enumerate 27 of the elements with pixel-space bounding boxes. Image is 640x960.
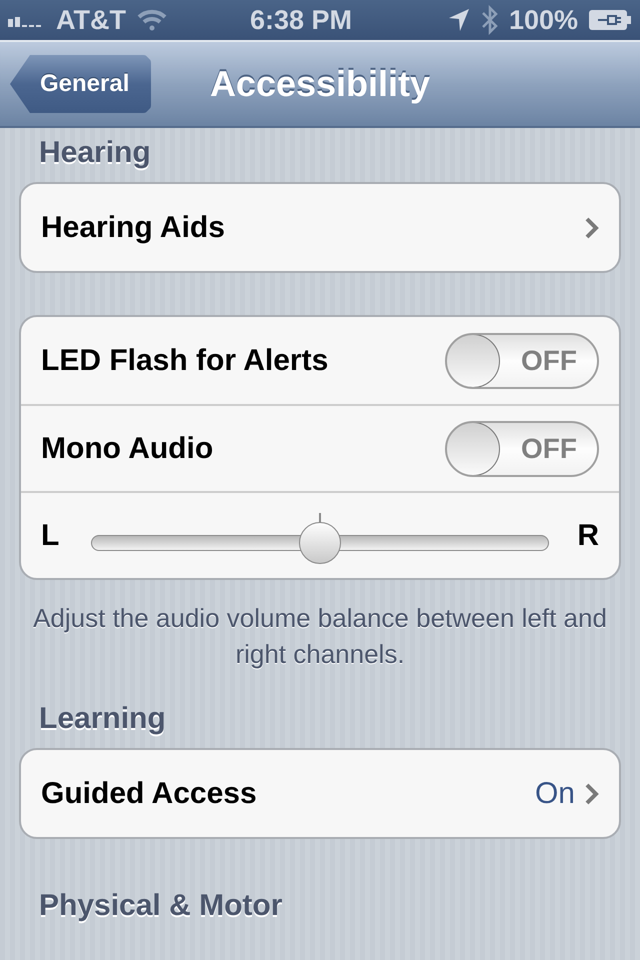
- left-label: L: [41, 518, 60, 552]
- bluetooth-icon: [480, 5, 499, 35]
- row-label: Guided Access: [41, 776, 258, 810]
- back-button[interactable]: General: [10, 55, 152, 113]
- battery-percent: 100%: [508, 4, 578, 36]
- section-footer: Adjust the audio volume balance between left and right channels.: [19, 600, 621, 672]
- nav-title: Accessibility: [210, 63, 430, 104]
- wifi-icon: [136, 8, 168, 32]
- chevron-icon: [585, 216, 599, 238]
- status-time: 6:38 PM: [250, 4, 352, 36]
- row-value: On: [534, 776, 575, 810]
- row-label: Mono Audio: [41, 432, 214, 466]
- toggle-switch[interactable]: OFF: [445, 420, 599, 476]
- right-label: R: [576, 518, 599, 552]
- carrier-name: AT&T: [56, 4, 126, 36]
- table-row[interactable]: Guided Access On: [21, 750, 619, 837]
- slider-thumb[interactable]: [299, 522, 341, 564]
- toggle-switch[interactable]: OFF: [445, 332, 599, 388]
- section-header: Learning: [38, 701, 167, 737]
- table-row[interactable]: Hearing Aids: [21, 184, 619, 271]
- section-header: Physical & Motor: [38, 888, 284, 924]
- section-header: Hearing: [38, 135, 152, 171]
- battery-icon: [588, 9, 632, 31]
- location-icon: [446, 7, 471, 33]
- chevron-icon: [585, 782, 599, 804]
- row-label: Hearing Aids: [41, 210, 226, 244]
- row-label: LED Flash for Alerts: [41, 344, 330, 378]
